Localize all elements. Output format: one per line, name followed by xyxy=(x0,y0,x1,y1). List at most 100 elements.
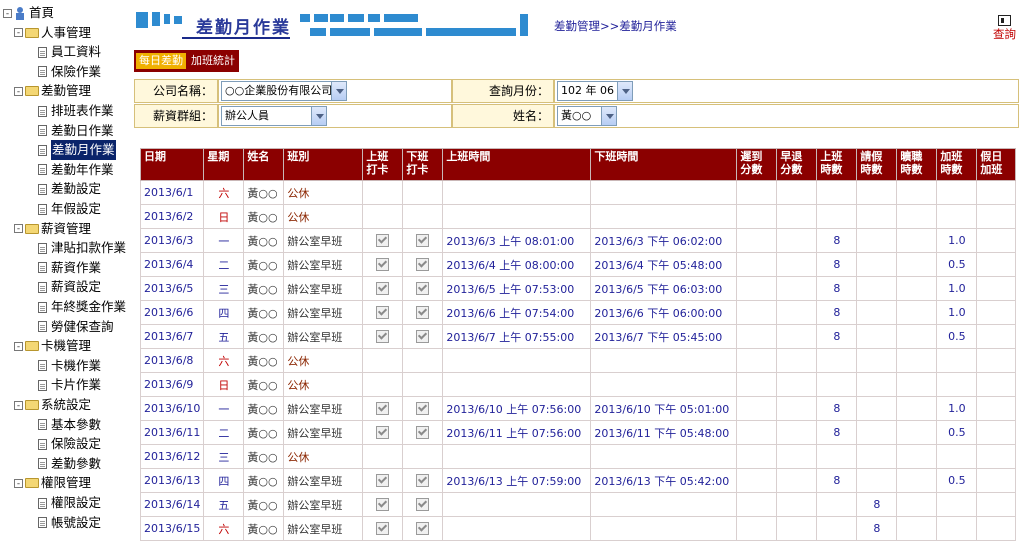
tree-item[interactable]: 薪資設定 xyxy=(38,277,101,297)
tree-group[interactable]: - 人事管理 xyxy=(14,23,91,43)
tree-item[interactable]: 年終獎金作業 xyxy=(38,297,126,317)
tab-overtime-stats[interactable]: 加班統計 xyxy=(188,53,238,69)
checkbox[interactable] xyxy=(416,330,430,344)
checkbox[interactable] xyxy=(416,282,430,296)
date-cell[interactable]: 2013/6/14 xyxy=(139,492,205,517)
tree-item[interactable]: 年假設定 xyxy=(38,199,101,219)
checkbox[interactable] xyxy=(376,474,390,488)
checkbox[interactable] xyxy=(416,498,430,512)
home-label[interactable]: 首頁 xyxy=(29,3,54,23)
item-label[interactable]: 差勤日作業 xyxy=(51,121,114,141)
date-cell[interactable]: 2013/6/10 xyxy=(139,396,205,421)
date-cell[interactable]: 2013/6/3 xyxy=(139,228,205,253)
checkbox[interactable] xyxy=(376,522,390,536)
item-label[interactable]: 保險設定 xyxy=(51,434,101,454)
tree-item[interactable]: 員工資料 xyxy=(38,42,101,62)
tree-item[interactable]: 保險設定 xyxy=(38,434,101,454)
checkbox[interactable] xyxy=(416,402,430,416)
tree-item[interactable]: 差勤日作業 xyxy=(38,121,114,141)
item-label[interactable]: 勞健保查詢 xyxy=(51,317,114,337)
tree-home[interactable]: - 首頁 xyxy=(3,3,54,23)
tree-item[interactable]: 權限設定 xyxy=(38,493,101,513)
tree-item[interactable]: 差勤參數 xyxy=(38,454,101,474)
group-label[interactable]: 差勤管理 xyxy=(41,81,91,101)
item-label[interactable]: 員工資料 xyxy=(51,42,101,62)
tree-group[interactable]: - 差勤管理 xyxy=(14,81,91,101)
date-cell[interactable]: 2013/6/12 xyxy=(139,444,205,469)
collapse-icon[interactable]: - xyxy=(14,224,23,234)
item-label[interactable]: 薪資設定 xyxy=(51,277,101,297)
item-label[interactable]: 保險作業 xyxy=(51,62,101,82)
tree-group[interactable]: - 權限管理 xyxy=(14,473,91,493)
tree-item[interactable]: 勞健保查詢 xyxy=(38,317,114,337)
item-label[interactable]: 差勤年作業 xyxy=(51,160,114,180)
tree-item[interactable]: 差勤年作業 xyxy=(38,160,114,180)
checkbox[interactable] xyxy=(416,522,430,536)
tree-group[interactable]: - 薪資管理 xyxy=(14,219,91,239)
date-cell[interactable]: 2013/6/13 xyxy=(139,468,205,493)
collapse-icon[interactable]: - xyxy=(14,478,23,488)
date-cell[interactable]: 2013/6/6 xyxy=(139,300,205,325)
group-label[interactable]: 人事管理 xyxy=(41,23,91,43)
group-label[interactable]: 卡機管理 xyxy=(41,336,91,356)
date-cell[interactable]: 2013/6/8 xyxy=(139,348,205,373)
date-cell[interactable]: 2013/6/1 xyxy=(139,180,205,205)
tree-item[interactable]: 基本參數 xyxy=(38,415,101,435)
item-label[interactable]: 差勤月作業 xyxy=(51,140,116,161)
collapse-icon[interactable]: - xyxy=(14,28,23,38)
checkbox[interactable] xyxy=(376,330,390,344)
tree-item[interactable]: 保險作業 xyxy=(38,62,101,82)
item-label[interactable]: 卡機作業 xyxy=(51,356,101,376)
breadcrumb[interactable]: 差勤管理>>差勤月作業 xyxy=(554,18,677,34)
item-label[interactable]: 薪資作業 xyxy=(51,258,101,278)
tree-group[interactable]: - 系統設定 xyxy=(14,395,91,415)
date-cell[interactable]: 2013/6/15 xyxy=(139,516,205,541)
item-label[interactable]: 基本參數 xyxy=(51,415,101,435)
item-label[interactable]: 差勤設定 xyxy=(51,179,101,199)
tree-item[interactable]: 排班表作業 xyxy=(38,101,114,121)
checkbox[interactable] xyxy=(376,306,390,320)
group-label[interactable]: 系統設定 xyxy=(41,395,91,415)
checkbox[interactable] xyxy=(416,306,430,320)
tree-group[interactable]: - 卡機管理 xyxy=(14,336,91,356)
query-icon[interactable] xyxy=(998,15,1011,26)
item-label[interactable]: 卡片作業 xyxy=(51,375,101,395)
group-label[interactable]: 權限管理 xyxy=(41,473,91,493)
company-select[interactable]: ○○企業股份有限公司 xyxy=(221,81,347,101)
collapse-icon[interactable]: - xyxy=(14,341,23,351)
date-cell[interactable]: 2013/6/9 xyxy=(139,372,205,397)
tree-item[interactable]: 帳號設定 xyxy=(38,513,101,533)
checkbox[interactable] xyxy=(416,426,430,440)
checkbox[interactable] xyxy=(416,258,430,272)
group-select[interactable]: 辦公人員 xyxy=(221,106,327,126)
tab-daily-attendance[interactable]: 每日差勤 xyxy=(136,53,186,69)
query-link[interactable]: 查詢 xyxy=(993,26,1016,42)
checkbox[interactable] xyxy=(376,426,390,440)
tree-item[interactable]: 卡機作業 xyxy=(38,356,101,376)
checkbox[interactable] xyxy=(376,234,390,248)
item-label[interactable]: 年假設定 xyxy=(51,199,101,219)
tree-item[interactable]: 差勤月作業 xyxy=(38,140,116,161)
checkbox[interactable] xyxy=(416,474,430,488)
item-label[interactable]: 津貼扣款作業 xyxy=(51,238,126,258)
collapse-icon[interactable]: - xyxy=(3,8,12,18)
date-cell[interactable]: 2013/6/7 xyxy=(139,324,205,349)
checkbox[interactable] xyxy=(376,498,390,512)
item-label[interactable]: 帳號設定 xyxy=(51,513,101,533)
group-label[interactable]: 薪資管理 xyxy=(41,219,91,239)
item-label[interactable]: 年終獎金作業 xyxy=(51,297,126,317)
checkbox[interactable] xyxy=(376,258,390,272)
collapse-icon[interactable]: - xyxy=(14,400,23,410)
item-label[interactable]: 權限設定 xyxy=(51,493,101,513)
tree-item[interactable]: 卡片作業 xyxy=(38,375,101,395)
item-label[interactable]: 差勤參數 xyxy=(51,454,101,474)
checkbox[interactable] xyxy=(376,282,390,296)
item-label[interactable]: 排班表作業 xyxy=(51,101,114,121)
month-select[interactable]: 102 年 06 月 xyxy=(557,81,633,101)
date-cell[interactable]: 2013/6/4 xyxy=(139,252,205,277)
checkbox[interactable] xyxy=(376,402,390,416)
date-cell[interactable]: 2013/6/11 xyxy=(139,420,205,445)
collapse-icon[interactable]: - xyxy=(14,86,23,96)
checkbox[interactable] xyxy=(416,234,430,248)
date-cell[interactable]: 2013/6/2 xyxy=(139,204,205,229)
